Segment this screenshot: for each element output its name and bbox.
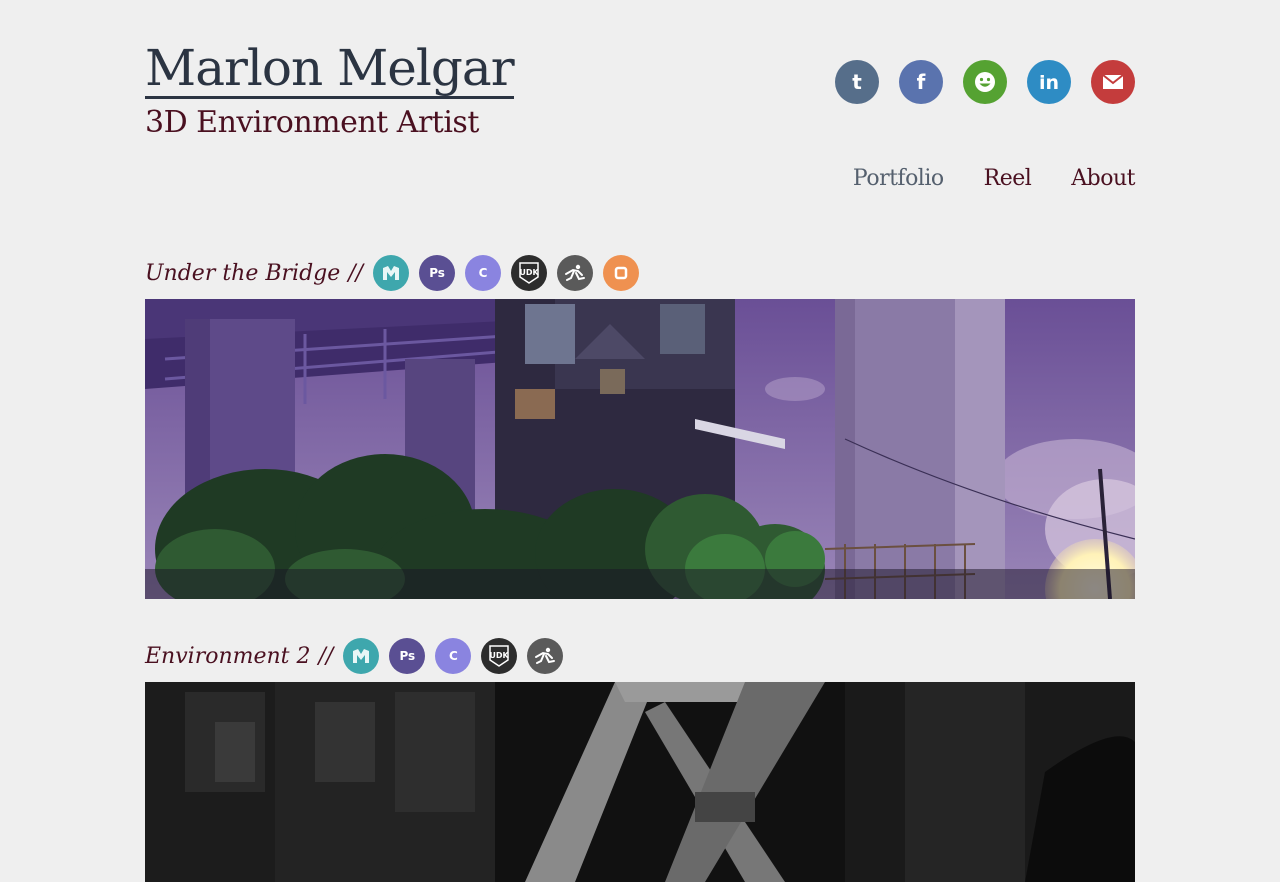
photoshop-icon: Ps xyxy=(419,255,456,291)
mail-icon[interactable] xyxy=(1091,60,1135,104)
svg-text:in: in xyxy=(1039,72,1059,93)
nav-reel[interactable]: Reel xyxy=(984,166,1032,191)
project-environment-2: Environment 2 // Ps C UDK xyxy=(145,637,1135,882)
svg-text:f: f xyxy=(917,71,926,93)
project-image-environment-2[interactable] xyxy=(145,682,1135,882)
udk-label: UDK xyxy=(490,651,510,660)
photoshop-icon: Ps xyxy=(389,638,426,674)
crazybump-icon: C xyxy=(435,638,472,674)
project-title-row: Environment 2 // Ps C UDK xyxy=(145,637,1135,675)
nav-about[interactable]: About xyxy=(1071,166,1135,191)
project-title[interactable]: Under the Bridge xyxy=(145,261,340,286)
zbrush-icon xyxy=(557,255,594,291)
maya-icon xyxy=(343,638,380,674)
linkedin-icon[interactable]: in xyxy=(1027,60,1071,104)
title-separator: // xyxy=(318,643,334,669)
udk-icon: UDK xyxy=(511,255,548,291)
project-under-the-bridge: Under the Bridge // Ps C UDK xyxy=(145,254,1135,599)
crazybump-icon: C xyxy=(465,255,502,291)
udk-label: UDK xyxy=(519,268,539,277)
zbrush-icon xyxy=(527,638,564,674)
project-title-row: Under the Bridge // Ps C UDK xyxy=(145,254,1135,292)
site-subtitle: 3D Environment Artist xyxy=(145,105,479,140)
site-header: Marlon Melgar 3D Environment Artist xyxy=(145,40,515,140)
udk-icon: UDK xyxy=(481,638,518,674)
social-links: t f in xyxy=(835,60,1135,104)
main-nav: Portfolio Reel About xyxy=(853,166,1136,191)
maya-icon xyxy=(373,255,410,291)
nav-portfolio[interactable]: Portfolio xyxy=(853,166,944,191)
smiley-icon[interactable] xyxy=(963,60,1007,104)
svg-text:t: t xyxy=(852,71,862,93)
substance-icon xyxy=(603,255,640,291)
title-separator: // xyxy=(348,260,364,286)
tumblr-icon[interactable]: t xyxy=(835,60,879,104)
project-title[interactable]: Environment 2 xyxy=(145,644,311,669)
project-image-under-the-bridge[interactable] xyxy=(145,299,1135,599)
site-title-link[interactable]: Marlon Melgar xyxy=(145,40,515,99)
facebook-icon[interactable]: f xyxy=(899,60,943,104)
